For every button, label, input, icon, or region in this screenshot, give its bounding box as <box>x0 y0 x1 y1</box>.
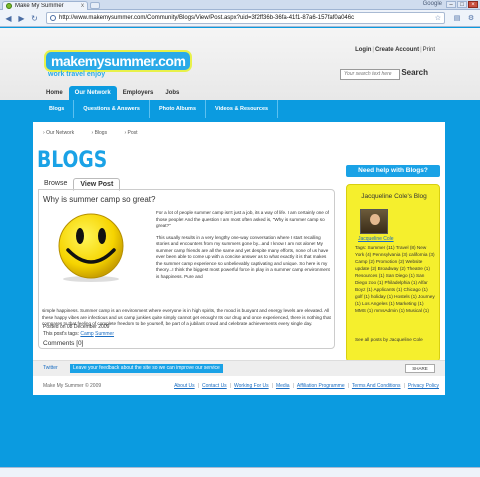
feedback-link[interactable]: Leave your feedback about the site so we… <box>70 364 223 373</box>
post-tags-label: This post's tags: <box>43 331 79 337</box>
avatar[interactable] <box>360 209 388 234</box>
site-header: makemysummer.com work travel enjoy Login… <box>0 28 480 100</box>
subnav-videos-resources[interactable]: Videos & Resources <box>206 100 279 118</box>
address-bar-url: http://www.makemysummer.com/Community/Bl… <box>59 15 355 21</box>
tag-link[interactable]: Summer <box>95 331 114 337</box>
footer-link-about-us[interactable]: About Us <box>174 383 195 389</box>
footer-link-media[interactable]: Media <box>276 383 290 389</box>
author-blog-title: Jacqueline Cole's Blog <box>361 193 427 200</box>
footer-link-affiliation[interactable]: Affiliation Programme <box>297 383 345 389</box>
footer-links: About Us | Contact Us | Working For Us | Me… <box>174 383 439 389</box>
subnav-questions-answers[interactable]: Questions & Answers <box>74 100 150 118</box>
breadcrumb-post: › Post <box>124 130 138 136</box>
subnav-blogs[interactable]: Blogs <box>40 100 75 118</box>
main-nav: Home Our Network Employers Jobs <box>40 86 185 100</box>
twitter-link[interactable]: Twitter <box>43 365 58 371</box>
print-link[interactable]: Print <box>423 47 435 53</box>
site-favicon-icon <box>6 3 12 9</box>
new-tab-button[interactable] <box>90 2 100 9</box>
share-button[interactable]: SHARE <box>405 364 435 373</box>
post-title: Why is summer camp so great? <box>43 195 156 204</box>
tag-link[interactable]: Camp <box>80 331 93 337</box>
browser-tab[interactable]: Make My Summer x <box>2 1 88 10</box>
page-title: BLOGS <box>37 148 108 173</box>
author-name-link[interactable]: Jacqueline Cole <box>358 236 394 242</box>
account-links: Login|Create Account|Print <box>355 47 435 53</box>
minimize-button[interactable]: – <box>446 1 456 8</box>
post-date: Posted on 08 December 2009 <box>43 324 110 330</box>
maximize-button[interactable]: □ <box>457 1 467 8</box>
post-panel: Why is summer camp so great? For a lot o… <box>38 189 335 349</box>
back-icon[interactable]: ◀ <box>3 13 14 24</box>
forward-icon[interactable]: ▶ <box>16 13 27 24</box>
nav-jobs[interactable]: Jobs <box>159 86 185 100</box>
post-body: For a lot of people summer camp isn't ju… <box>156 210 332 285</box>
subnav-photo-albums[interactable]: Photo Albums <box>150 100 207 118</box>
close-window-button[interactable]: × <box>468 1 478 8</box>
page: makemysummer.com work travel enjoy Login… <box>0 28 480 477</box>
post-paragraph: For a lot of people summer camp isn't ju… <box>156 210 329 228</box>
footer-link-contact-us[interactable]: Contact Us <box>202 383 227 389</box>
address-bar[interactable]: http://www.makemysummer.com/Community/Bl… <box>46 12 445 24</box>
footer-link-working-for-us[interactable]: Working For Us <box>234 383 269 389</box>
browser-statusbar <box>0 467 480 477</box>
browser-titlebar: Make My Summer x Google – □ × <box>0 0 480 10</box>
post-tags: This post's tags: Camp Summer <box>43 331 114 337</box>
search-engine-label: Google <box>422 1 442 7</box>
nav-our-network[interactable]: Our Network <box>68 86 117 100</box>
site-search-input[interactable]: Your search text here <box>340 69 400 80</box>
copyright-text: Make My Summer © 2009 <box>43 383 102 389</box>
tab-title: Make My Summer <box>15 3 64 9</box>
breadcrumb: › Our Network › Blogs › Post <box>43 130 154 136</box>
smiley-face-image <box>58 213 124 282</box>
site-footer: Make My Summer © 2009 About Us | Contact … <box>33 377 445 395</box>
author-blog-sidebar: Jacqueline Cole's Blog Jacqueline Cole T… <box>346 184 440 362</box>
main-content: › Our Network › Blogs › Post BLOGS Brows… <box>33 122 445 388</box>
login-link[interactable]: Login <box>355 47 371 53</box>
globe-icon <box>50 15 56 21</box>
site-tagline: work travel enjoy <box>48 71 106 78</box>
tools-menu-icon[interactable]: ⚙ <box>465 13 477 24</box>
post-paragraph: This usually results in a very lengthy o… <box>156 234 330 279</box>
footer-link-terms[interactable]: Terms And Conditions <box>352 383 401 389</box>
footer-link-privacy[interactable]: Privacy Policy <box>408 383 439 389</box>
sub-nav: Blogs Questions & Answers Photo Albums V… <box>0 100 480 118</box>
reload-icon[interactable]: ↻ <box>29 13 40 24</box>
breadcrumb-our-network[interactable]: › Our Network <box>43 130 82 136</box>
search-button[interactable]: Search <box>401 68 428 77</box>
page-menu-icon[interactable]: ▤ <box>451 13 463 24</box>
feedback-bar: Twitter Leave your feedback about the si… <box>33 360 445 376</box>
browser-toolbar: ◀ ▶ ↻ http://www.makemysummer.com/Commun… <box>0 10 480 27</box>
author-tag-cloud[interactable]: Tags: Summer (11) Travel (8) New York (4… <box>355 244 435 314</box>
bookmark-star-icon[interactable]: ☆ <box>435 14 441 22</box>
site-logo[interactable]: makemysummer.com <box>46 52 191 70</box>
nav-home[interactable]: Home <box>40 86 69 100</box>
tab-close-icon[interactable]: x <box>81 3 84 9</box>
see-all-posts-link[interactable]: See all posts by Jacqueline Cole <box>355 337 435 344</box>
breadcrumb-blogs[interactable]: › Blogs <box>92 130 116 136</box>
blogs-help-button[interactable]: Need help with Blogs? <box>346 165 440 177</box>
nav-employers[interactable]: Employers <box>117 86 160 100</box>
create-account-link[interactable]: Create Account <box>375 47 419 53</box>
comments-heading: Comments [0] <box>43 340 84 347</box>
window-controls: – □ × <box>446 1 478 8</box>
